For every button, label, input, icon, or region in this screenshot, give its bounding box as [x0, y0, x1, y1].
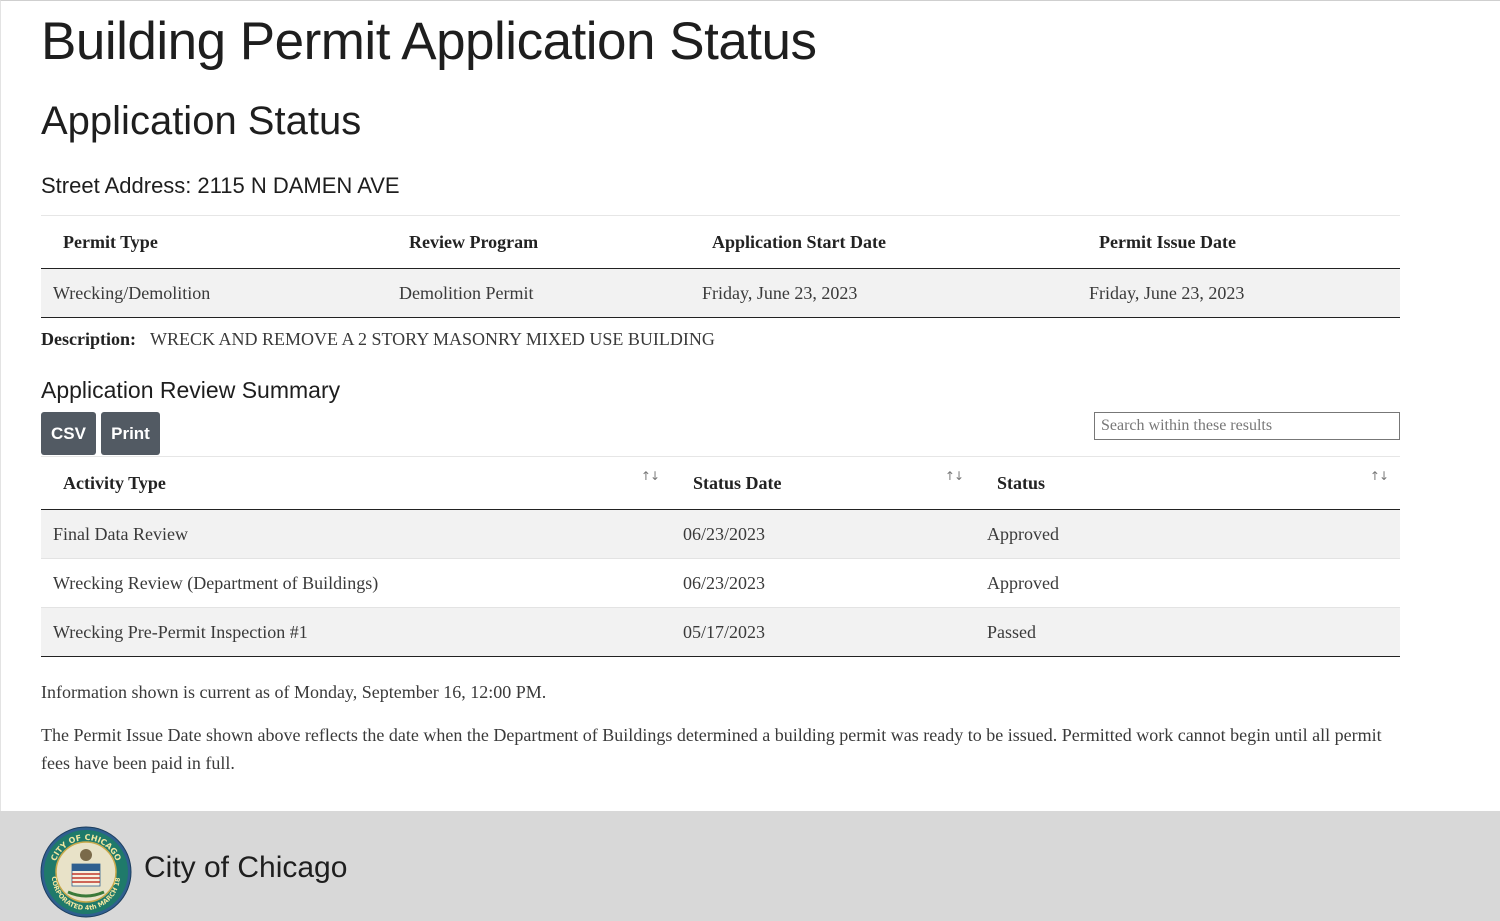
table-row: Final Data Review 06/23/2023 Approved: [41, 509, 1400, 559]
activity-type-cell: Wrecking Pre-Permit Inspection #1: [41, 607, 671, 657]
street-address: Street Address: 2115 N DAMEN AVE: [41, 173, 400, 199]
permit-type-value: Wrecking/Demolition: [41, 268, 387, 318]
current-as-of-note: Information shown is current as of Monda…: [41, 682, 547, 702]
table-row: Wrecking Review (Department of Buildings…: [41, 558, 1400, 608]
status-date-cell: 06/23/2023: [671, 509, 975, 559]
review-program-value: Demolition Permit: [387, 268, 690, 318]
table-row: Wrecking Pre-Permit Inspection #1 05/17/…: [41, 607, 1400, 657]
activity-type-cell: Wrecking Review (Department of Buildings…: [41, 558, 671, 608]
city-seal-logo[interactable]: CITY OF CHICAGO INCORPORATED 4th MARCH 1…: [40, 826, 132, 918]
sort-arrows-icon[interactable]: ↑↓: [641, 469, 660, 483]
col-status[interactable]: Status ↑↓: [975, 456, 1400, 510]
page-title: Building Permit Application Status: [41, 12, 817, 71]
description-value: WRECK AND REMOVE A 2 STORY MASONRY MIXED…: [149, 329, 715, 349]
col-status-label: Status: [997, 472, 1046, 493]
street-address-value: 2115 N DAMEN AVE: [197, 173, 400, 198]
status-cell: Approved: [975, 509, 1400, 559]
search-input[interactable]: [1094, 412, 1400, 440]
permit-info-table: Permit Type Review Program Application S…: [41, 215, 1400, 318]
print-button[interactable]: Print: [101, 412, 160, 455]
csv-button[interactable]: CSV: [41, 412, 96, 455]
description: Description: WRECK AND REMOVE A 2 STORY M…: [41, 329, 715, 350]
status-date-cell: 05/17/2023: [671, 607, 975, 657]
col-permit-issue-date: Permit Issue Date: [1077, 215, 1400, 269]
review-summary-table: Activity Type ↑↓ Status Date ↑↓ Status ↑…: [41, 456, 1400, 657]
status-date-cell: 06/23/2023: [671, 558, 975, 608]
site-footer: CITY OF CHICAGO INCORPORATED 4th MARCH 1…: [0, 811, 1500, 921]
status-cell: Passed: [975, 607, 1400, 657]
footer-org-name: City of Chicago: [144, 851, 348, 884]
review-header-row: Activity Type ↑↓ Status Date ↑↓ Status ↑…: [41, 456, 1400, 510]
permit-issue-date-value: Friday, June 23, 2023: [1077, 268, 1400, 318]
permit-header-row: Permit Type Review Program Application S…: [41, 215, 1400, 269]
col-review-program: Review Program: [387, 215, 690, 269]
status-cell: Approved: [975, 558, 1400, 608]
col-permit-type: Permit Type: [41, 215, 387, 269]
sort-arrows-icon[interactable]: ↑↓: [945, 469, 964, 483]
review-summary-title: Application Review Summary: [41, 377, 341, 403]
activity-type-cell: Final Data Review: [41, 509, 671, 559]
description-label: Description:: [41, 329, 136, 349]
application-start-date-value: Friday, June 23, 2023: [690, 268, 1077, 318]
col-status-date-label: Status Date: [693, 472, 782, 493]
permit-issue-date-note: The Permit Issue Date shown above reflec…: [41, 725, 1382, 773]
table-row: Wrecking/Demolition Demolition Permit Fr…: [41, 268, 1400, 318]
col-status-date[interactable]: Status Date ↑↓: [671, 456, 975, 510]
page-subtitle: Application Status: [41, 99, 362, 143]
col-activity-type[interactable]: Activity Type ↑↓: [41, 456, 671, 510]
page-container: Building Permit Application Status Appli…: [0, 0, 1500, 811]
col-application-start-date: Application Start Date: [690, 215, 1077, 269]
sort-arrows-icon[interactable]: ↑↓: [1370, 469, 1389, 483]
street-address-label: Street Address:: [41, 173, 192, 198]
col-activity-type-label: Activity Type: [63, 472, 166, 493]
